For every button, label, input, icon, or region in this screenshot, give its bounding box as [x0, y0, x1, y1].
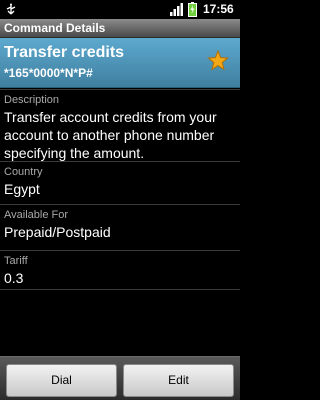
window-title: Command Details: [4, 21, 106, 35]
command-code: *165*0000*N*P#: [4, 66, 93, 80]
country-field: Country Egypt: [0, 161, 240, 203]
clock: 17:56: [203, 2, 234, 16]
title-bar: Command Details: [0, 19, 240, 38]
available-for-value: Prepaid/Postpaid: [4, 224, 111, 240]
available-for-label: Available For: [4, 209, 68, 221]
signal-icon: [170, 3, 183, 16]
tariff-label: Tariff: [4, 255, 28, 267]
command-header: Transfer credits *165*0000*N*P#: [0, 38, 240, 88]
tariff-value: 0.3: [4, 270, 24, 286]
available-for-field: Available For Prepaid/Postpaid: [0, 204, 240, 250]
command-title: Transfer credits: [4, 44, 125, 61]
description-value: Transfer account credits from your accou…: [4, 109, 217, 161]
description-label: Description: [4, 94, 60, 106]
usb-icon: [6, 3, 16, 15]
country-label: Country: [4, 166, 43, 178]
tariff-field: Tariff 0.3: [0, 250, 240, 290]
status-bar: 17:56: [0, 0, 240, 19]
star-icon[interactable]: [207, 50, 229, 71]
description-field: Description Transfer account credits fro…: [0, 89, 240, 165]
dial-button[interactable]: Dial: [6, 364, 117, 397]
edit-button[interactable]: Edit: [123, 364, 234, 397]
country-value: Egypt: [4, 181, 40, 197]
battery-charging-icon: [188, 2, 197, 17]
button-bar: Dial Edit: [0, 356, 240, 400]
